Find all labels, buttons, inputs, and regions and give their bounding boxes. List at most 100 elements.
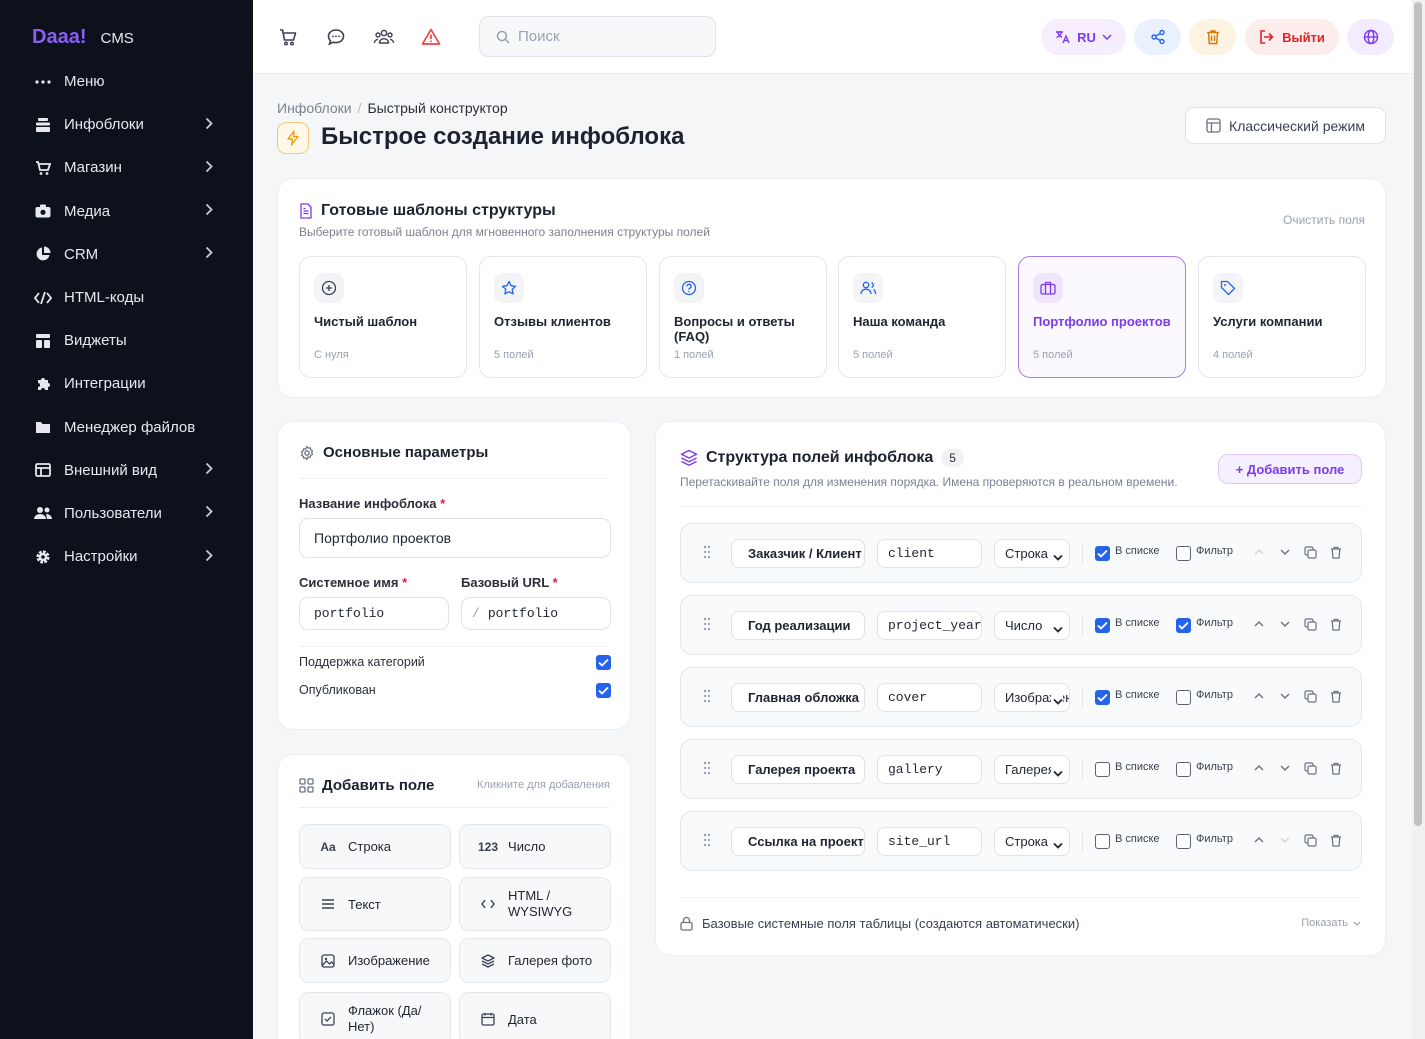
scrollbar-thumb[interactable] (1414, 2, 1422, 826)
filter-checkbox[interactable] (1176, 834, 1191, 849)
sidebar-item-settings[interactable]: Настройки (0, 535, 253, 578)
drag-handle-icon[interactable] (703, 761, 711, 778)
sidebar-item-crm[interactable]: CRM (0, 233, 253, 276)
field-type-select[interactable]: Число (994, 611, 1070, 640)
in-list-checkbox[interactable] (1095, 690, 1110, 705)
filter-checkbox[interactable] (1176, 546, 1191, 561)
in-list-checkbox[interactable] (1095, 834, 1110, 849)
template-reviews[interactable]: Отзывы клиентов 5 полей (479, 256, 647, 378)
drag-handle-icon[interactable] (703, 617, 711, 634)
field-code-input[interactable]: project_year (877, 611, 982, 640)
cart-icon[interactable] (277, 26, 299, 48)
field-name-input[interactable]: Ссылка на проект (731, 827, 865, 856)
sidebar-item-appearance[interactable]: Внешний вид (0, 449, 253, 492)
copy-icon[interactable] (1302, 616, 1318, 632)
published-checkbox[interactable] (596, 683, 611, 698)
logout-button[interactable]: Выйти (1245, 19, 1339, 55)
in-list-checkbox[interactable] (1095, 762, 1110, 777)
sidebar-item-menu[interactable]: Меню (0, 60, 253, 103)
delete-icon[interactable] (1328, 688, 1344, 704)
field-type-select[interactable]: Строка (994, 539, 1070, 568)
add-field-string[interactable]: Aa Строка (299, 824, 451, 869)
field-code-input[interactable]: cover (877, 683, 982, 712)
template-team[interactable]: Наша команда 5 полей (838, 256, 1006, 378)
field-name-input[interactable]: Главная обложка (731, 683, 865, 712)
move-up-icon[interactable] (1251, 832, 1267, 848)
sidebar-item-shop[interactable]: Магазин (0, 146, 253, 189)
field-row[interactable]: Галерея проекта gallery Галерея В списке… (680, 739, 1362, 799)
template-portfolio[interactable]: Портфолио проектов 5 полей (1018, 256, 1186, 378)
template-faq[interactable]: Вопросы и ответы (FAQ) 1 полей (659, 256, 827, 378)
add-field-date[interactable]: Дата (459, 992, 611, 1039)
add-field-image[interactable]: Изображение (299, 938, 451, 983)
delete-icon[interactable] (1328, 616, 1344, 632)
add-field-html[interactable]: HTML / WYSIWYG (459, 877, 611, 931)
team-icon[interactable] (373, 26, 395, 48)
filter-checkbox[interactable] (1176, 762, 1191, 777)
system-name-input[interactable]: portfolio (299, 597, 449, 630)
page-scrollbar[interactable] (1412, 0, 1425, 1039)
categories-checkbox[interactable] (596, 655, 611, 670)
add-field-number[interactable]: 123 Число (459, 824, 611, 869)
move-up-icon[interactable] (1251, 688, 1267, 704)
field-type-select[interactable]: Изображение (994, 683, 1070, 712)
chat-icon[interactable] (325, 26, 347, 48)
classic-mode-button[interactable]: Классический режим (1185, 107, 1386, 144)
infoblock-name-input[interactable]: Портфолио проектов (299, 518, 611, 558)
template-blank[interactable]: Чистый шаблон С нуля (299, 256, 467, 378)
field-code-input[interactable]: site_url (877, 827, 982, 856)
move-down-icon[interactable] (1277, 544, 1293, 560)
drag-handle-icon[interactable] (703, 689, 711, 706)
sidebar-item-infoblocks[interactable]: Инфоблоки (0, 103, 253, 146)
field-name-input[interactable]: Галерея проекта (731, 755, 865, 784)
field-name-input[interactable]: Год реализации (731, 611, 865, 640)
clear-cache-button[interactable] (1189, 19, 1236, 55)
field-row[interactable]: Ссылка на проект site_url Строка В списк… (680, 811, 1362, 871)
show-base-fields-button[interactable]: Показать (1301, 917, 1361, 929)
copy-icon[interactable] (1302, 832, 1318, 848)
in-list-checkbox[interactable] (1095, 618, 1110, 633)
breadcrumb-parent[interactable]: Инфоблоки (277, 100, 352, 116)
copy-icon[interactable] (1302, 544, 1318, 560)
move-down-icon[interactable] (1277, 688, 1293, 704)
sidebar-item-integrations[interactable]: Интеграции (0, 362, 253, 405)
add-field-button[interactable]: + Добавить поле (1218, 454, 1362, 484)
field-type-select[interactable]: Строка (994, 827, 1070, 856)
filter-checkbox[interactable] (1176, 618, 1191, 633)
sidebar-item-file-manager[interactable]: Менеджер файлов (0, 406, 253, 449)
field-type-select[interactable]: Галерея (994, 755, 1070, 784)
field-row[interactable]: Год реализации project_year Число В спис… (680, 595, 1362, 655)
move-up-icon[interactable] (1251, 760, 1267, 776)
base-url-input[interactable]: / portfolio (461, 597, 611, 630)
add-field-gallery[interactable]: Галерея фото (459, 938, 611, 983)
sidebar-item-media[interactable]: Медиа (0, 190, 253, 233)
field-row[interactable]: Заказчик / Клиент client Строка В списке… (680, 523, 1362, 583)
add-field-text[interactable]: Текст (299, 877, 451, 931)
sidebar-item-widgets[interactable]: Виджеты (0, 319, 253, 362)
copy-icon[interactable] (1302, 760, 1318, 776)
template-services[interactable]: Услуги компании 4 полей (1198, 256, 1366, 378)
site-button[interactable] (1347, 19, 1394, 55)
delete-icon[interactable] (1328, 760, 1344, 776)
in-list-checkbox[interactable] (1095, 546, 1110, 561)
alert-icon[interactable] (420, 26, 442, 48)
drag-handle-icon[interactable] (703, 545, 711, 562)
share-button[interactable] (1134, 19, 1181, 55)
search-input[interactable]: Поиск (479, 16, 716, 57)
move-down-icon[interactable] (1277, 832, 1293, 848)
move-up-icon[interactable] (1251, 544, 1267, 560)
sidebar-item-users[interactable]: Пользователи (0, 492, 253, 535)
language-button[interactable]: RU (1041, 19, 1126, 55)
field-code-input[interactable]: gallery (877, 755, 982, 784)
move-down-icon[interactable] (1277, 760, 1293, 776)
drag-handle-icon[interactable] (703, 833, 711, 850)
field-row[interactable]: Главная обложка cover Изображение В спис… (680, 667, 1362, 727)
add-field-checkbox[interactable]: Флажок (Да/Нет) (299, 992, 451, 1039)
field-code-input[interactable]: client (877, 539, 982, 568)
copy-icon[interactable] (1302, 688, 1318, 704)
clear-fields-button[interactable]: Очистить поля (1283, 213, 1365, 227)
move-up-icon[interactable] (1251, 616, 1267, 632)
delete-icon[interactable] (1328, 832, 1344, 848)
filter-checkbox[interactable] (1176, 690, 1191, 705)
move-down-icon[interactable] (1277, 616, 1293, 632)
